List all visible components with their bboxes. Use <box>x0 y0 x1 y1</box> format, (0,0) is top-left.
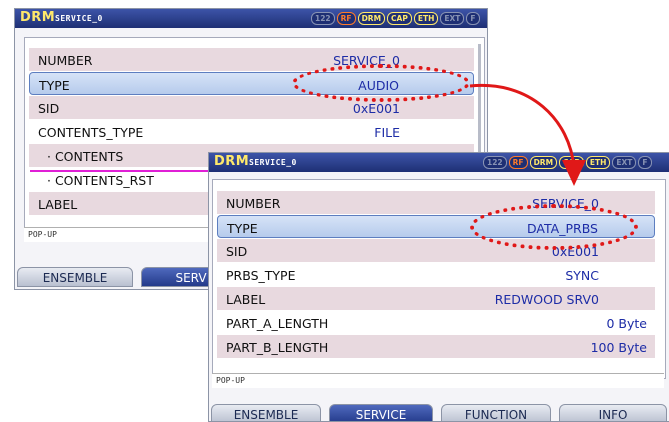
badge-drm: DRM <box>357 12 386 25</box>
row-value: 0 Byte <box>606 316 648 331</box>
badge-ext: EXT <box>612 156 637 169</box>
data-prbs-highlight-ellipse <box>470 204 638 250</box>
row-value: REDWOOD SRV0 <box>494 292 599 307</box>
row-label-text: LABEL <box>226 292 266 307</box>
audio-highlight-ellipse <box>292 64 470 102</box>
tab-ensemble[interactable]: ENSEMBLE <box>211 404 321 421</box>
badge-f: F <box>638 156 652 169</box>
row-label-text: LABEL <box>38 197 78 212</box>
row-prbs-type[interactable]: PRBS_TYPE SYNC <box>217 263 655 286</box>
tab-ensemble[interactable]: ENSEMBLE <box>17 267 133 287</box>
row-value: 0xE001 <box>352 101 400 116</box>
badge-eth: ETH <box>585 156 611 169</box>
row-value: SYNC <box>565 268 599 283</box>
status-badges: 122 RF DRM CAP ETH EXT F <box>483 156 652 169</box>
row-label: NUMBER <box>226 196 281 211</box>
drm-logo: DRM <box>20 10 56 25</box>
row-label: SID <box>226 244 248 259</box>
badge-drm: DRM <box>529 156 558 169</box>
row-value: 100 Byte <box>590 340 647 355</box>
badge-rf: RF <box>336 12 356 25</box>
row-label: NUMBER <box>38 53 93 68</box>
row-contents-type[interactable]: CONTENTS_TYPE FILE <box>29 120 474 143</box>
row-value: FILE <box>374 125 400 140</box>
scrollbar[interactable] <box>478 44 481 164</box>
row-label: SID <box>38 101 60 116</box>
row-label: PART_A_LENGTH <box>226 316 329 331</box>
drm-logo: DRM <box>214 154 250 169</box>
row-label[interactable]: LABEL REDWOOD SRV0 <box>217 287 655 310</box>
row-label: · CONTENTS <box>47 149 124 164</box>
row-part-b-length[interactable]: PART_B_LENGTH 100 Byte <box>217 335 655 358</box>
status-badges: 122 RF DRM CAP ETH EXT F <box>311 12 480 25</box>
tab-service[interactable]: SERVICE <box>329 404 433 421</box>
row-label: PART_B_LENGTH <box>226 340 329 355</box>
tab-function[interactable]: FUNCTION <box>441 404 551 421</box>
title-bar: DRM SERVICE_0 122 RF DRM CAP ETH EXT F <box>15 9 487 28</box>
badge-122: 122 <box>311 12 335 25</box>
row-label: PRBS_TYPE <box>226 268 296 283</box>
contents-highlight-line <box>30 170 220 172</box>
window-title: SERVICE_0 <box>249 158 297 167</box>
badge-ext: EXT <box>440 12 465 25</box>
badge-cap: CAP <box>559 156 584 169</box>
popup-bar: POP-UP <box>212 373 664 388</box>
badge-f: F <box>466 12 480 25</box>
badge-122: 122 <box>483 156 507 169</box>
title-bar: DRM SERVICE_0 122 RF DRM CAP ETH EXT F <box>209 153 669 172</box>
row-label: TYPE <box>39 78 70 93</box>
row-label: CONTENTS_TYPE <box>38 125 144 140</box>
service-window-data-prbs: DRM SERVICE_0 122 RF DRM CAP ETH EXT F N… <box>208 152 669 422</box>
tab-info[interactable]: INFO <box>559 404 667 421</box>
row-label: · CONTENTS_RST <box>47 173 154 188</box>
window-title: SERVICE_0 <box>55 14 103 23</box>
row-part-a-length[interactable]: PART_A_LENGTH 0 Byte <box>217 311 655 334</box>
badge-cap: CAP <box>387 12 412 25</box>
badge-rf: RF <box>508 156 528 169</box>
tab-bar: ENSEMBLE SERVICE FUNCTION INFO <box>209 404 669 421</box>
row-label: TYPE <box>227 221 258 236</box>
badge-eth: ETH <box>413 12 439 25</box>
